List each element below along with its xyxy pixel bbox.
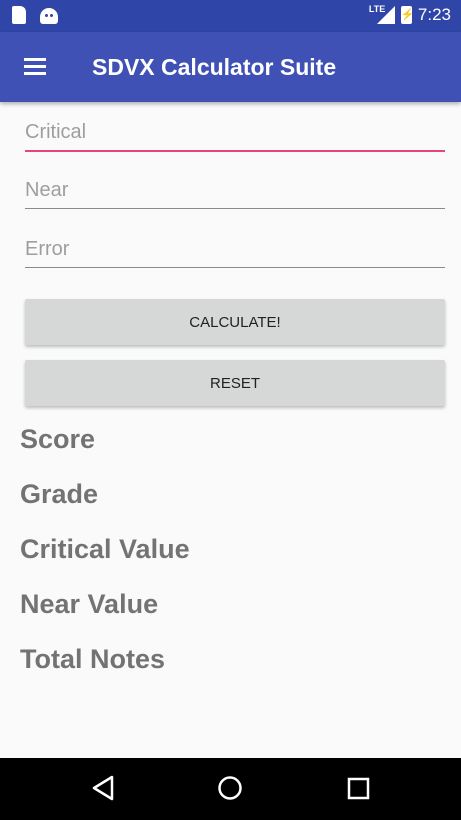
near-input[interactable] xyxy=(25,172,445,209)
recents-icon[interactable] xyxy=(346,774,372,802)
android-icon xyxy=(40,8,58,24)
battery-charging-icon xyxy=(400,6,415,24)
back-icon[interactable] xyxy=(90,774,116,802)
critical-input[interactable] xyxy=(25,114,445,152)
app-title: SDVX Calculator Suite xyxy=(92,54,337,80)
score-label: Score xyxy=(20,424,96,454)
near-value-label: Near Value xyxy=(20,589,159,619)
home-icon[interactable] xyxy=(217,774,243,802)
error-input[interactable] xyxy=(25,231,445,268)
app-bar: SDVX Calculator Suite xyxy=(0,32,461,102)
grade-label: Grade xyxy=(20,479,99,509)
sd-card-icon xyxy=(12,6,26,24)
status-bar: LTE 7:23 xyxy=(0,0,461,32)
reset-button[interactable]: RESET xyxy=(25,360,445,406)
hamburger-menu-icon[interactable] xyxy=(24,58,46,76)
critical-value-label: Critical Value xyxy=(20,534,190,564)
clock: 7:23 xyxy=(417,5,451,24)
total-notes-label: Total Notes xyxy=(20,644,166,674)
calculate-button[interactable]: CALCULATE! xyxy=(25,299,445,345)
navigation-bar xyxy=(0,758,461,820)
lte-signal-icon: LTE xyxy=(369,4,395,24)
